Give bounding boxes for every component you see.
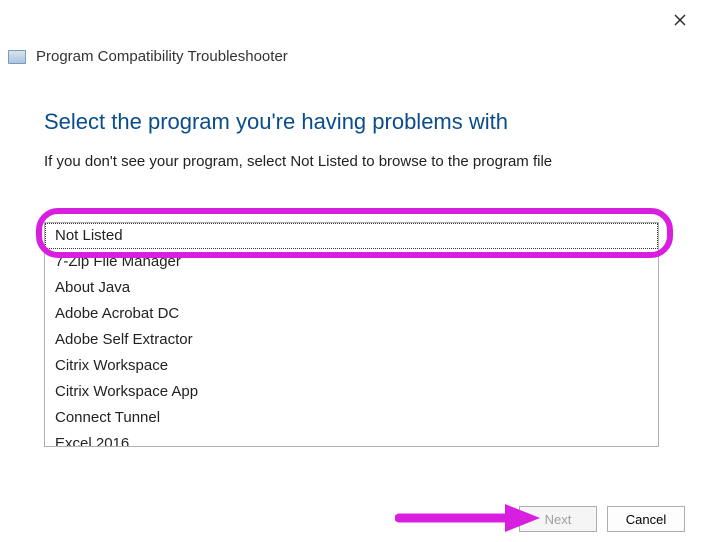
content-area: Select the program you're having problem… [0, 69, 703, 447]
next-button[interactable]: Next [519, 506, 597, 532]
list-item[interactable]: Connect Tunnel [45, 405, 658, 431]
program-listbox[interactable]: Not Listed7-Zip File ManagerAbout JavaAd… [44, 222, 659, 447]
list-item[interactable]: Adobe Acrobat DC [45, 301, 658, 327]
list-item[interactable]: Excel 2016 [45, 431, 658, 447]
header-row: Program Compatibility Troubleshooter [0, 40, 703, 69]
footer-buttons: Next Cancel [519, 506, 685, 532]
cancel-button[interactable]: Cancel [607, 506, 685, 532]
listbox-wrapper: Not Listed7-Zip File ManagerAbout JavaAd… [44, 222, 659, 447]
page-heading: Select the program you're having problem… [44, 109, 659, 135]
instruction-text: If you don't see your program, select No… [44, 153, 659, 170]
troubleshooter-icon [8, 50, 26, 64]
list-item[interactable]: Not Listed [45, 223, 658, 249]
list-item[interactable]: Adobe Self Extractor [45, 327, 658, 353]
titlebar [0, 0, 703, 40]
list-item[interactable]: About Java [45, 275, 658, 301]
window-title: Program Compatibility Troubleshooter [36, 48, 288, 65]
close-icon[interactable] [671, 11, 689, 29]
list-item[interactable]: Citrix Workspace App [45, 379, 658, 405]
list-item[interactable]: Citrix Workspace [45, 353, 658, 379]
list-item[interactable]: 7-Zip File Manager [45, 249, 658, 275]
